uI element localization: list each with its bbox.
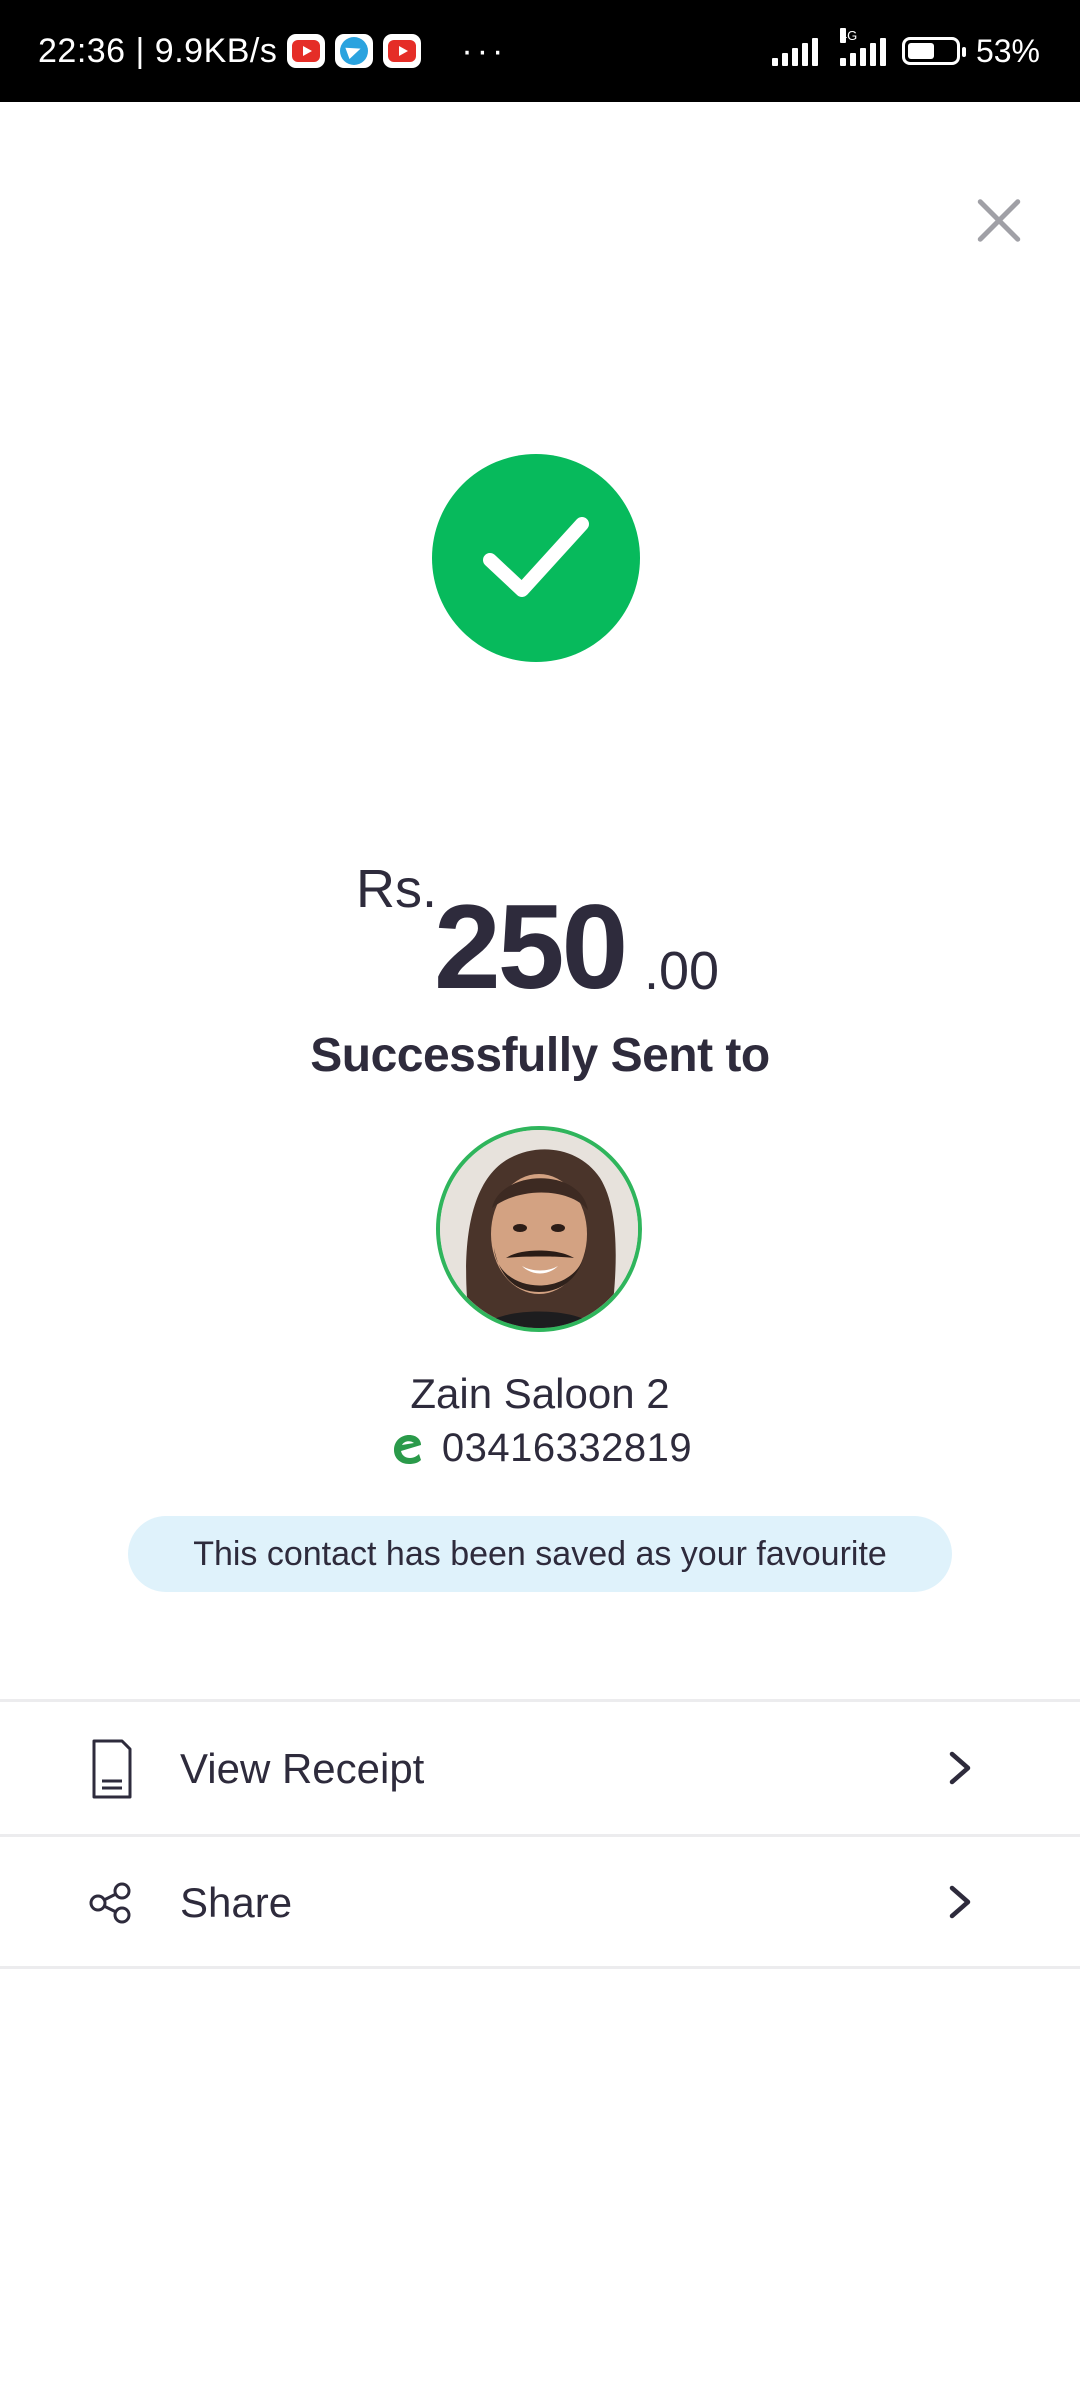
avatar	[436, 1126, 642, 1332]
chevron-right-icon	[949, 1751, 971, 1785]
signal-icon	[771, 36, 818, 66]
battery-percent: 53%	[975, 32, 1040, 69]
view-receipt-label: View Receipt	[180, 1745, 425, 1792]
status-bar: 22:36 | 9.9KB/s ··· 4G 53%	[0, 0, 1080, 102]
chevron-right-icon	[949, 1885, 971, 1919]
more-notifications-icon: ···	[461, 31, 508, 70]
receipt-icon	[92, 1739, 132, 1799]
close-button[interactable]	[966, 188, 1030, 252]
divider	[0, 1699, 1080, 1702]
amount-display: Rs. 250 .00	[0, 848, 1080, 1018]
battery-icon	[901, 37, 966, 65]
currency-label: Rs.	[356, 859, 437, 919]
share-icon	[89, 1882, 131, 1924]
amount-decimals: .00	[644, 941, 720, 1001]
favourite-notice: This contact has been saved as your favo…	[128, 1516, 952, 1592]
recipient-photo	[440, 1130, 638, 1328]
view-receipt-button[interactable]: View Receipt	[0, 1704, 1080, 1834]
success-title: Successfully Sent to	[310, 1029, 770, 1082]
recipient-phone-row: 03416332819	[0, 1426, 1080, 1471]
share-button[interactable]: Share	[0, 1838, 1080, 1968]
youtube-icon	[383, 34, 422, 68]
recipient-name: Zain Saloon 2	[410, 1370, 670, 1417]
youtube-icon	[287, 34, 326, 68]
recipient-phone: 03416332819	[441, 1426, 693, 1470]
divider	[0, 1834, 1080, 1837]
amount-value: 250	[434, 880, 628, 1014]
status-time: 22:36 | 9.9KB/s	[38, 31, 278, 70]
success-check-icon	[432, 454, 640, 662]
share-label: Share	[180, 1879, 293, 1926]
divider	[0, 1966, 1080, 1969]
easypaisa-icon	[393, 1434, 421, 1464]
telegram-icon	[335, 34, 374, 68]
check-icon	[483, 517, 589, 597]
signal-4g-icon: 4G	[839, 28, 886, 66]
